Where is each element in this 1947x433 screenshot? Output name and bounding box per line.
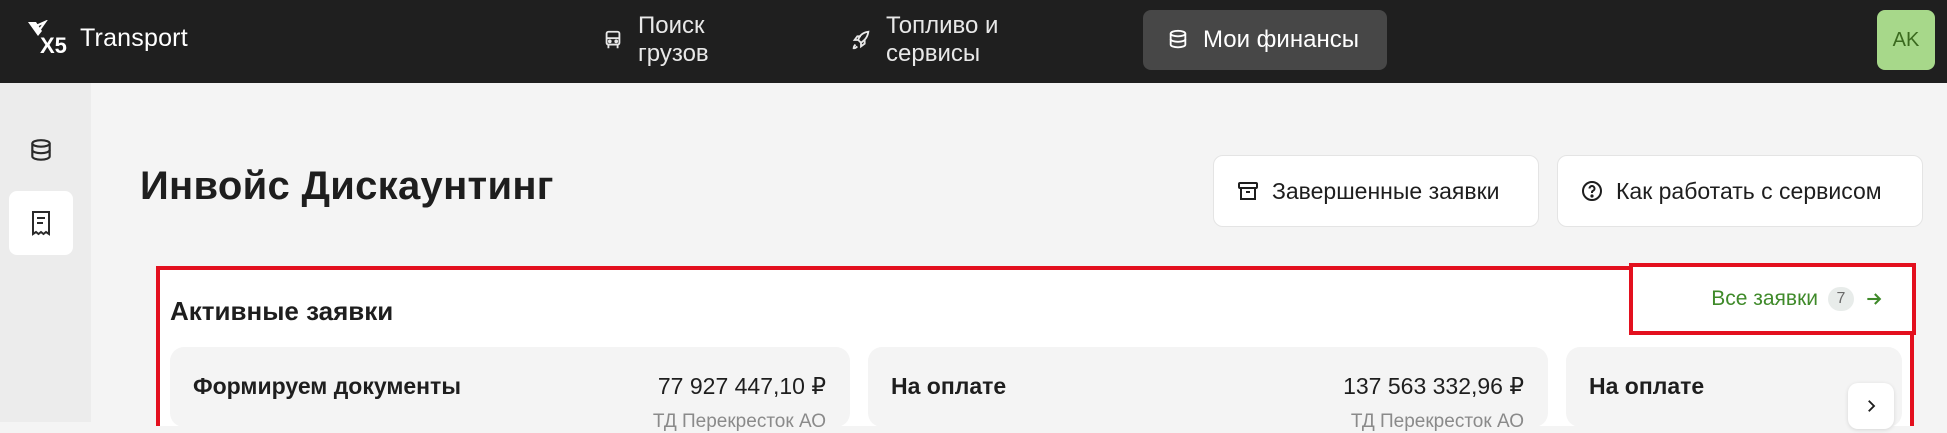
completed-requests-button[interactable]: Завершенные заявки xyxy=(1213,155,1539,227)
card-amount: 77 927 447,10 ₽ xyxy=(657,373,826,399)
card-status: Формируем документы xyxy=(193,373,461,399)
card-status: На оплате xyxy=(1589,373,1705,399)
user-avatar[interactable]: AK xyxy=(1877,10,1935,70)
archive-icon xyxy=(1238,182,1258,200)
card-company: ТД Перекресток АО xyxy=(652,411,826,432)
nav-item-cargo-search[interactable]: Поиск грузов xyxy=(578,10,796,70)
requests-count-badge: 7 xyxy=(1828,287,1854,311)
brand-name: Transport xyxy=(80,23,188,52)
help-button[interactable]: Как работать с сервисом xyxy=(1557,155,1923,227)
request-card[interactable]: На оплате 137 563 332,96 ₽ ТД Перекресто… xyxy=(868,347,1548,432)
completed-requests-label: Завершенные заявки xyxy=(1272,177,1500,204)
chevron-right-icon xyxy=(1868,400,1876,412)
nav-item-label: Топливо и сервисы xyxy=(886,12,999,67)
nav-item-label: Мои финансы xyxy=(1203,26,1359,53)
card-amount: 137 563 332,96 ₽ xyxy=(1343,373,1524,399)
sidebar-item-invoices[interactable] xyxy=(9,191,73,255)
database-icon xyxy=(1169,29,1187,49)
svg-text:X5: X5 xyxy=(40,33,67,56)
active-requests-title: Активные заявки xyxy=(170,296,394,326)
request-card[interactable]: Формируем документы 77 927 447,10 ₽ ТД П… xyxy=(170,347,850,432)
card-status: На оплате xyxy=(891,373,1007,399)
sidebar xyxy=(0,83,91,422)
carousel-next-button[interactable] xyxy=(1848,383,1894,429)
logo[interactable]: X5 Transport xyxy=(26,18,188,58)
all-requests-link[interactable]: Все заявки 7 xyxy=(1629,263,1916,335)
rocket-icon xyxy=(852,30,870,50)
card-company: ТД Перекресток АО xyxy=(1350,411,1524,432)
top-bar: X5 Transport Поиск грузов Топливо и серв… xyxy=(0,0,1947,83)
nav-item-label: Поиск грузов xyxy=(638,12,709,67)
page-title: Инвойс Дискаунтинг xyxy=(140,164,554,208)
sidebar-item-finances[interactable] xyxy=(9,119,73,183)
truck-icon xyxy=(605,30,621,49)
database-icon xyxy=(31,139,51,161)
all-requests-label: Все заявки xyxy=(1711,287,1818,310)
nav-item-fuel-services[interactable]: Топливо и сервисы xyxy=(826,10,1108,70)
document-icon xyxy=(32,211,50,236)
arrow-right-icon xyxy=(1867,293,1882,305)
nav-item-my-finances[interactable]: Мои финансы xyxy=(1143,10,1387,70)
x5-logo-icon: X5 xyxy=(28,20,67,56)
help-circle-icon xyxy=(1582,181,1602,201)
help-label: Как работать с сервисом xyxy=(1616,177,1882,204)
